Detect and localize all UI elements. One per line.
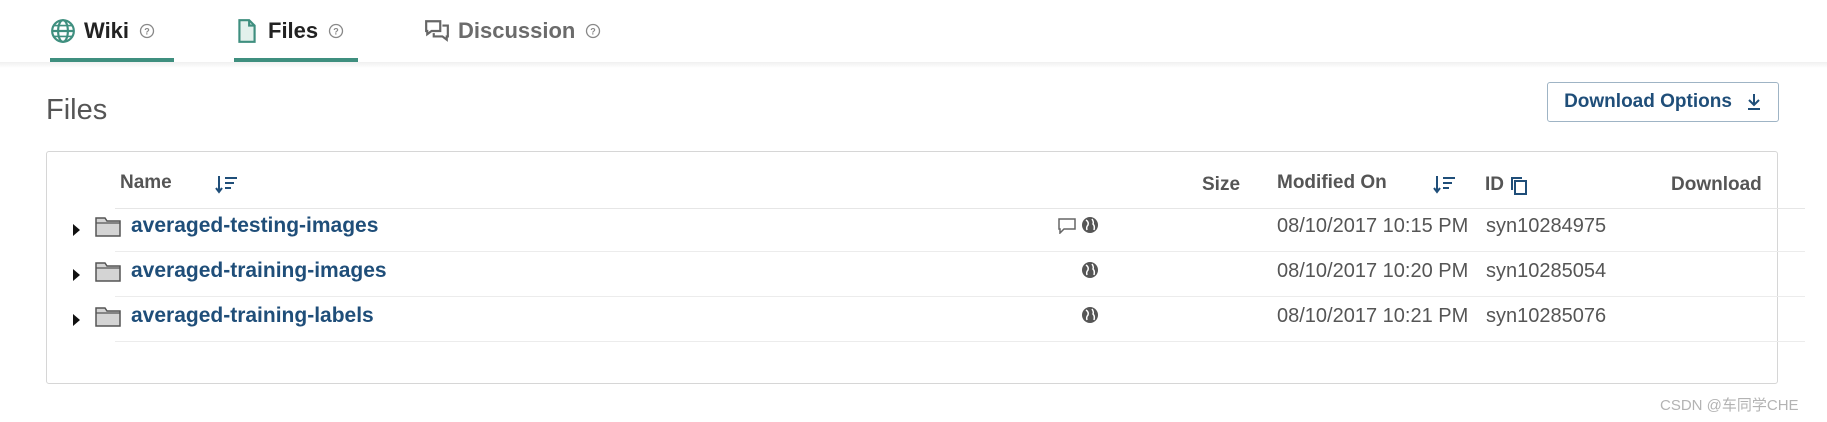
help-icon[interactable]: ? [139,23,155,39]
folder-name-link[interactable]: averaged-testing-images [131,214,378,238]
folder-name-link[interactable]: averaged-training-labels [131,304,374,328]
tab-files[interactable]: Files ? [234,18,358,62]
copy-icon[interactable] [1510,176,1528,196]
download-options-label: Download Options [1564,91,1732,112]
row-divider [115,296,1805,297]
public-globe-icon [1082,307,1098,323]
column-header-download: Download [1671,174,1762,195]
column-header-size: Size [1202,174,1241,195]
svg-text:?: ? [144,27,150,37]
tab-files-underline [234,58,358,62]
folder-name-link[interactable]: averaged-training-images [131,259,387,283]
tab-bar: Wiki ? Files ? Discussion ? [46,0,1827,62]
tab-wiki-underline [50,58,174,62]
expand-caret-icon[interactable] [73,224,80,236]
watermark-text: CSDN @车同学CHE [1660,397,1799,414]
table-row: averaged-training-images 08/10/2017 10:2… [47,253,1805,297]
files-table: Name Size Modified On ID Download averag… [46,151,1805,384]
svg-text:?: ? [333,27,339,37]
tab-wiki-label: Wiki [84,18,130,43]
file-icon [238,19,256,43]
tab-discussion-label: Discussion [458,18,576,43]
folder-icon [95,217,121,237]
tab-files-label: Files [268,18,319,43]
sort-icon[interactable] [215,174,239,196]
tab-bar-shadow [0,62,1827,68]
table-row: averaged-testing-images 08/10/2017 10:15… [47,208,1805,252]
folder-icon [95,307,121,327]
folder-icon [95,262,121,282]
expand-caret-icon[interactable] [73,269,80,281]
column-header-name[interactable]: Name [120,172,172,194]
page-title: Files [46,94,108,126]
download-icon [1747,94,1760,110]
modified-on-value: 08/10/2017 10:21 PM [1277,305,1469,327]
row-divider [115,251,1805,252]
comment-icon[interactable] [1058,218,1076,234]
help-icon[interactable]: ? [328,23,344,39]
column-header-modified[interactable]: Modified On [1277,172,1387,194]
sort-icon[interactable] [1433,174,1457,196]
modified-on-value: 08/10/2017 10:15 PM [1277,215,1469,237]
modified-on-value: 08/10/2017 10:20 PM [1277,260,1469,282]
tab-wiki[interactable]: Wiki ? [50,18,174,62]
expand-caret-icon[interactable] [73,314,80,326]
public-globe-icon [1082,262,1098,278]
help-icon[interactable]: ? [585,23,601,39]
tab-discussion[interactable]: Discussion ? [424,18,602,62]
id-value: syn10284975 [1486,215,1607,237]
public-globe-icon [1082,217,1098,233]
column-header-id: ID [1485,174,1504,195]
discussion-icon [425,20,449,42]
table-row: averaged-training-labels 08/10/2017 10:2… [47,298,1805,342]
row-divider [115,341,1805,342]
download-options-button[interactable]: Download Options [1547,82,1779,122]
svg-text:?: ? [591,27,597,37]
globe-icon [51,19,75,43]
id-value: syn10285076 [1486,305,1607,327]
id-value: syn10285054 [1486,260,1607,282]
